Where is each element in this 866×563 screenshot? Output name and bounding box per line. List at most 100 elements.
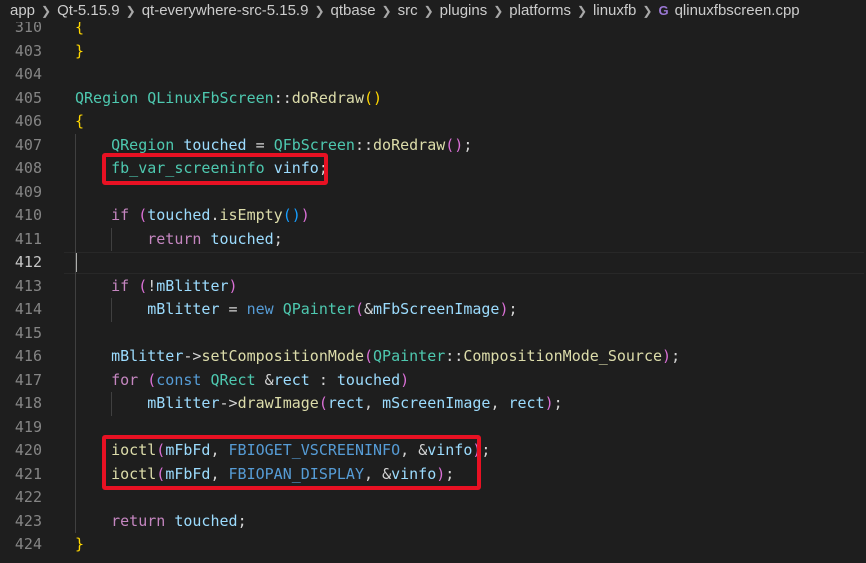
code-token: ; [481,441,491,459]
chevron-right-icon: ❯ [423,4,434,18]
code-token: ( [318,394,328,412]
line-number: 403 [14,41,42,60]
breadcrumb-item[interactable]: qtbase [331,0,376,22]
line-number: 407 [14,135,42,154]
code-token: mBlitter [147,300,220,318]
line-number: 420 [14,441,42,459]
code-text: mBlitter->setCompositionMode(QPainter::C… [75,345,680,369]
code-token: ) [544,394,554,412]
breadcrumb-item[interactable]: linuxfb [593,0,636,22]
code-text: mBlitter->drawImage(rect, mScreenImage, … [75,392,563,416]
code-token: if [111,276,130,295]
breadcrumb-item[interactable]: qt-everywhere-src-5.15.9 [142,0,309,22]
code-token: mBlitter [147,394,220,412]
code-line[interactable]: 406 { [0,110,866,134]
code-text: mBlitter = new QPainter(&mFbScreenImage)… [75,298,517,322]
code-text: if (touched.isEmpty()) [75,204,310,228]
code-line[interactable]: 423 return touched; [0,510,866,534]
breadcrumb-file[interactable]: qlinuxfbscreen.cpp [675,0,800,22]
breadcrumb-item[interactable]: plugins [440,0,488,22]
annotation-box-ioctl [102,435,482,490]
code-text: return touched; [75,510,246,534]
line-number: 418 [14,394,42,412]
code-text: } [75,533,84,557]
code-token: ) [400,370,410,389]
chevron-right-icon: ❯ [314,4,325,18]
code-editor[interactable]: 310{403} 404 405 QRegion QLinuxFbScreen::do… [0,16,866,563]
code-token: rect [273,370,310,389]
line-number: 408 [14,159,42,177]
code-token: QPainter [373,347,446,365]
line-number: 421 [14,464,42,483]
line-number: 422 [14,488,42,506]
code-token: ( [147,370,157,389]
annotation-box-vinfo [102,153,328,185]
code-token: const [156,370,202,389]
chevron-right-icon: ❯ [41,4,52,18]
code-line[interactable]: 412 [0,251,866,275]
code-line[interactable]: 413 if (!mBlitter) [0,275,866,299]
code-token: ; [553,394,563,412]
code-token: :: [273,88,292,107]
line-number: 412 [14,253,42,271]
indent-guide [111,227,113,251]
code-line[interactable]: 416 mBlitter->setCompositionMode(QPainte… [0,345,866,369]
line-number: 416 [14,347,42,365]
code-line[interactable]: 417 for (const QRect &rect : touched) [0,369,866,393]
code-token: mFbScreenImage [373,300,500,318]
code-token: { [75,112,85,130]
code-token: if [111,206,130,224]
code-token: ; [463,135,473,154]
code-token: () [282,206,301,224]
code-token: : [309,370,337,389]
code-token: :: [354,135,374,154]
code-token: for [111,370,139,389]
code-token: QRegion [75,88,139,107]
line-number: 404 [14,65,42,83]
breadcrumb-item[interactable]: Qt-5.15.9 [57,0,120,22]
code-line[interactable]: 418 mBlitter->drawImage(rect, mScreenIma… [0,392,866,416]
code-line[interactable]: 424} [0,533,866,557]
code-line[interactable]: 411 return touched; [0,228,866,252]
code-line[interactable]: 410 if (touched.isEmpty()) [0,204,866,228]
code-token: return [111,511,166,530]
indent-guide [111,392,113,416]
code-line[interactable]: 404 [0,63,866,87]
indent-guide [111,298,113,322]
line-number: 406 [14,112,42,130]
code-token: QRegion [111,135,175,154]
code-token: ( [354,300,364,318]
code-token: touched [210,229,274,248]
breadcrumb-item[interactable]: src [398,0,418,22]
code-text: return touched; [75,228,282,252]
breadcrumb-item[interactable]: app [10,0,35,22]
code-token: ( [138,206,148,224]
code-token: return [147,229,202,248]
code-token: rect [327,394,364,412]
code-token: QRect [210,370,256,389]
code-line[interactable]: 403} [0,40,866,64]
code-line[interactable]: 405 QRegion QLinuxFbScreen::doRedraw() [0,87,866,111]
line-number: 409 [14,182,42,201]
line-number: 419 [14,417,42,436]
code-text: } [75,40,84,64]
code-token: touched [174,511,238,530]
chevron-right-icon: ❯ [576,4,588,18]
code-line[interactable]: 415 [0,322,866,346]
code-line[interactable]: 414 mBlitter = new QPainter(&mFbScreenIm… [0,298,866,322]
code-text: for (const QRect &rect : touched) [75,369,409,393]
code-token: . [210,206,220,224]
code-text: if (!mBlitter) [75,275,237,299]
line-number: 424 [14,535,42,553]
code-token: ; [671,347,681,365]
breadcrumb-item[interactable]: platforms [509,0,571,22]
code-token: setCompositionMode [201,347,364,365]
code-token: ) [499,300,509,318]
code-token: () [445,135,464,154]
